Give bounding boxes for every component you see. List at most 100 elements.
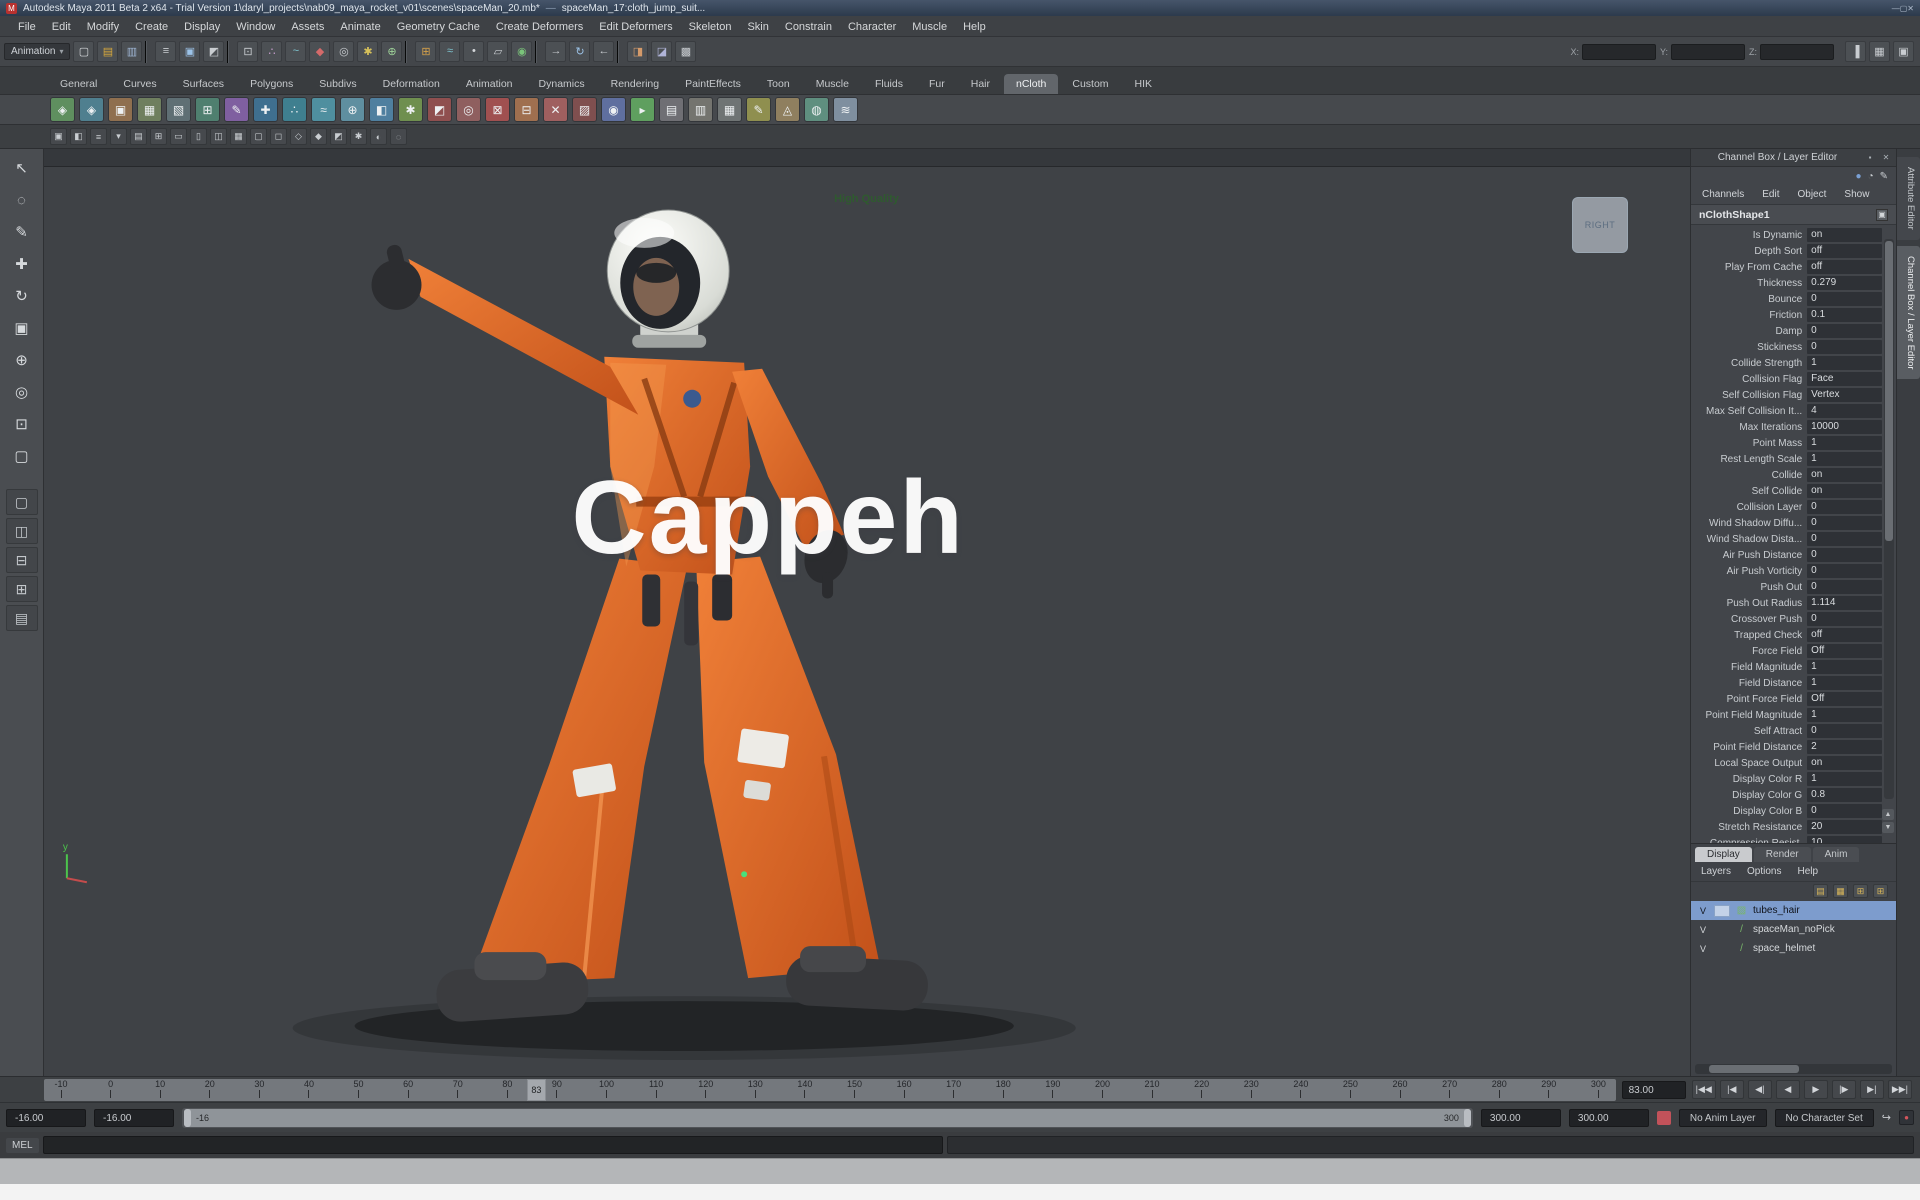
status-right-icon[interactable]: ▐ xyxy=(1845,41,1866,62)
attribute-value[interactable]: 0 xyxy=(1807,612,1882,626)
menu-item[interactable]: Create xyxy=(127,19,176,35)
shelf-tab[interactable]: Rendering xyxy=(599,74,671,94)
status-icon[interactable]: ≡ xyxy=(155,41,176,62)
animation-start-field[interactable]: -16.00 xyxy=(6,1109,86,1127)
panel-toolbar-icon[interactable]: ◐ xyxy=(370,128,387,145)
status-icon[interactable]: ▱ xyxy=(487,41,508,62)
layout-button[interactable]: ⊟ xyxy=(6,547,38,573)
attribute-value[interactable]: on xyxy=(1807,756,1882,770)
menu-item[interactable]: Create Deformers xyxy=(488,19,591,35)
close-icon[interactable]: ✕ xyxy=(1880,153,1892,162)
shelf-button[interactable]: ▨ xyxy=(572,97,597,122)
panel-toolbar-icon[interactable]: ◌ xyxy=(390,128,407,145)
animation-end-field[interactable]: 300.00 xyxy=(1569,1109,1649,1127)
panel-toolbar-icon[interactable]: ◇ xyxy=(290,128,307,145)
layer-visibility-toggle[interactable]: V xyxy=(1697,925,1709,935)
menu-item[interactable]: Window xyxy=(228,19,283,35)
status-icon[interactable]: ← xyxy=(593,41,614,62)
menu-item[interactable]: File xyxy=(10,19,44,35)
channel-box-tool-icon[interactable]: ◔ xyxy=(1868,171,1874,182)
shelf-button[interactable]: ✎ xyxy=(746,97,771,122)
attribute-value[interactable]: 10000 xyxy=(1807,420,1882,434)
attribute-value[interactable]: off xyxy=(1807,628,1882,642)
status-icon[interactable]: ◎ xyxy=(333,41,354,62)
status-icon[interactable]: ✱ xyxy=(357,41,378,62)
attribute-value[interactable]: on xyxy=(1807,468,1882,482)
layer-editor-menu-item[interactable]: Layers xyxy=(1695,865,1737,878)
panel-toolbar-icon[interactable]: ▢ xyxy=(250,128,267,145)
status-icon[interactable]: ◆ xyxy=(309,41,330,62)
shelf-tab[interactable]: Subdivs xyxy=(307,74,368,94)
channel-box-menu-item[interactable]: Object xyxy=(1791,188,1834,201)
auto-keyframe-icon[interactable]: ● xyxy=(1899,1110,1914,1125)
playback-button[interactable]: |▶ xyxy=(1832,1080,1856,1099)
shelf-button[interactable]: ≈ xyxy=(311,97,336,122)
panel-toolbar-icon[interactable]: ▤ xyxy=(130,128,147,145)
panel-toolbar-icon[interactable]: ▭ xyxy=(170,128,187,145)
shelf-button[interactable]: ▥ xyxy=(688,97,713,122)
tool-button[interactable]: ⊕ xyxy=(6,345,38,375)
panel-toolbar-icon[interactable]: ◩ xyxy=(330,128,347,145)
attribute-value[interactable]: 0 xyxy=(1807,516,1882,530)
shelf-button[interactable]: ◬ xyxy=(775,97,800,122)
panel-toolbar-icon[interactable]: ▦ xyxy=(230,128,247,145)
attribute-value[interactable]: on xyxy=(1807,484,1882,498)
panel-toolbar-icon[interactable]: ✱ xyxy=(350,128,367,145)
tool-button[interactable]: ↻ xyxy=(6,281,38,311)
shelf-tab[interactable]: Fur xyxy=(917,74,957,94)
status-icon[interactable]: ▩ xyxy=(675,41,696,62)
playback-button[interactable]: ◀| xyxy=(1748,1080,1772,1099)
layer-editor-icon[interactable]: ⊞ xyxy=(1853,884,1868,898)
layer-editor-menu-item[interactable]: Options xyxy=(1741,865,1787,878)
shelf-button[interactable]: ◧ xyxy=(369,97,394,122)
shelf-button[interactable]: ◎ xyxy=(456,97,481,122)
status-icon[interactable]: ◉ xyxy=(511,41,532,62)
layout-button[interactable]: ◫ xyxy=(6,518,38,544)
attribute-value[interactable]: 0 xyxy=(1807,532,1882,546)
shelf-button[interactable]: ▸ xyxy=(630,97,655,122)
menu-item[interactable]: Help xyxy=(955,19,994,35)
shelf-button[interactable]: ⊞ xyxy=(195,97,220,122)
channel-box-tool-icon[interactable]: ✎ xyxy=(1880,171,1888,182)
tool-button[interactable]: ⊡ xyxy=(6,409,38,439)
status-icon[interactable]: ▤ xyxy=(97,41,118,62)
tool-button[interactable]: ▣ xyxy=(6,313,38,343)
attribute-value[interactable]: 0 xyxy=(1807,548,1882,562)
status-icon[interactable] xyxy=(617,41,624,63)
shelf-tab[interactable]: HIK xyxy=(1123,74,1165,94)
anim-layer-icon[interactable] xyxy=(1657,1111,1671,1125)
scroll-down-icon[interactable]: ▼ xyxy=(1882,822,1894,833)
status-right-icon[interactable]: ▣ xyxy=(1893,41,1914,62)
view-cube[interactable]: RIGHT xyxy=(1572,197,1628,253)
channel-box-object-bar[interactable]: nClothShape1 ▣ xyxy=(1691,205,1896,225)
status-icon[interactable] xyxy=(145,41,152,63)
viewport-canvas[interactable]: y High Quality RIGHT Cappeh xyxy=(44,167,1690,1076)
layer-visibility-toggle[interactable]: V xyxy=(1697,944,1709,954)
channel-box-menu-item[interactable]: Channels xyxy=(1695,188,1751,201)
shelf-button[interactable]: ⊠ xyxy=(485,97,510,122)
tool-button[interactable]: ◌ xyxy=(6,185,38,215)
panel-toolbar-icon[interactable]: ≡ xyxy=(90,128,107,145)
status-icon[interactable]: ⊡ xyxy=(237,41,258,62)
shelf-button[interactable]: ◍ xyxy=(804,97,829,122)
attribute-value[interactable]: off xyxy=(1807,260,1882,274)
shelf-button[interactable]: ≋ xyxy=(833,97,858,122)
current-time-field[interactable]: 83.00 xyxy=(1622,1081,1686,1099)
menuset-dropdown[interactable]: Animation ▾ xyxy=(4,43,70,60)
shelf-tab[interactable]: Dynamics xyxy=(527,74,597,94)
channel-box-menu-item[interactable]: Edit xyxy=(1755,188,1786,201)
status-icon[interactable]: → xyxy=(545,41,566,62)
shelf-button[interactable]: ◉ xyxy=(601,97,626,122)
layer-editor-icon[interactable]: ▤ xyxy=(1813,884,1828,898)
attribute-value[interactable]: Off xyxy=(1807,644,1882,658)
attribute-value[interactable]: 1.114 xyxy=(1807,596,1882,610)
panel-toolbar-icon[interactable]: ▾ xyxy=(110,128,127,145)
layer-editor-icon[interactable]: ⊞ xyxy=(1873,884,1888,898)
shelf-tab[interactable]: Custom xyxy=(1060,74,1120,94)
auto-key-arrow-icon[interactable]: ↪ xyxy=(1882,1111,1891,1124)
channel-box-menu-item[interactable]: Show xyxy=(1837,188,1876,201)
shelf-tab[interactable]: PaintEffects xyxy=(673,74,753,94)
shelf-tab[interactable]: nCloth xyxy=(1004,74,1058,94)
shelf-tab[interactable]: Hair xyxy=(959,74,1002,94)
shelf-tab[interactable]: Fluids xyxy=(863,74,915,94)
